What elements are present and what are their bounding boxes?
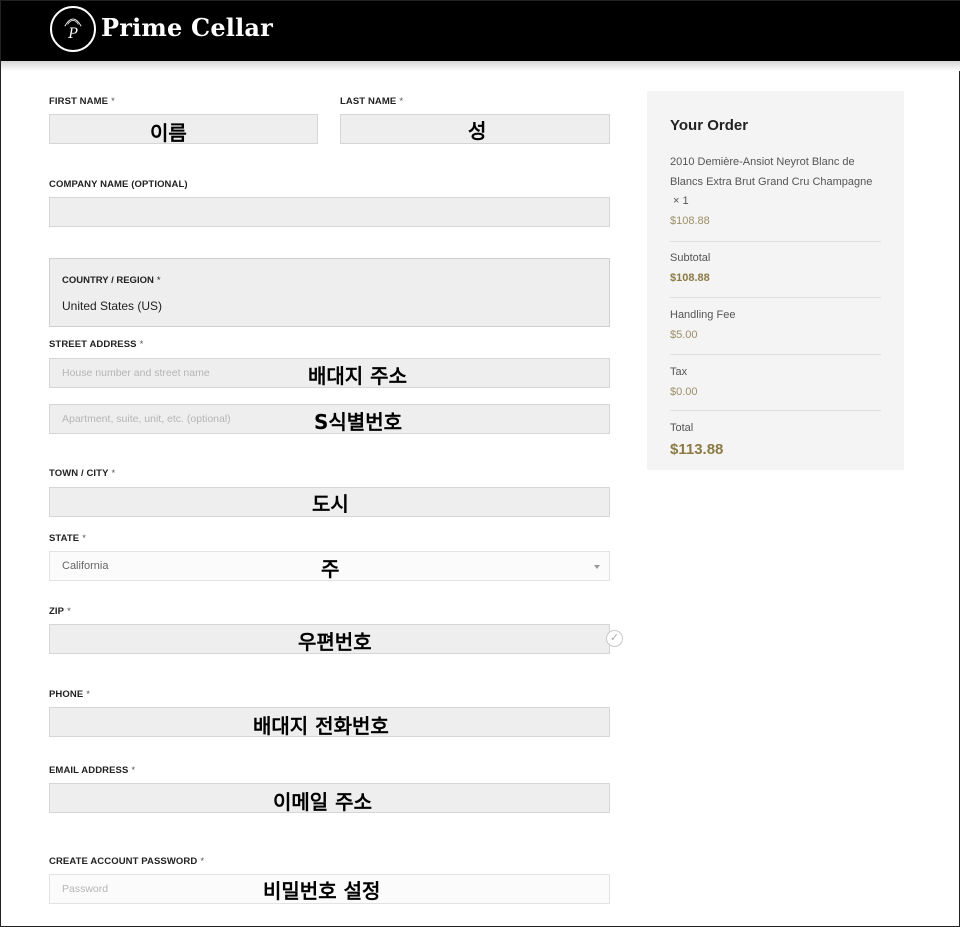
divider [670, 297, 881, 298]
city-label: TOWN / CITY * [49, 468, 116, 479]
last-name-annotation: 성 [468, 119, 487, 143]
street-placeholder: House number and street name [62, 367, 210, 379]
phone-annotation: 배대지 전화번호 [253, 714, 389, 738]
state-annotation: 주 [321, 557, 340, 581]
divider [670, 354, 881, 355]
subtotal-label: Subtotal [670, 252, 711, 264]
password-annotation: 비밀번호 설정 [263, 879, 381, 903]
tax-label: Tax [670, 366, 688, 378]
divider [670, 410, 881, 411]
order-title: Your Order [670, 117, 749, 134]
subtotal-value: $108.88 [670, 272, 710, 284]
product-item: 2010 Demière-Ansiot Neyrot Blanc de Blan… [670, 153, 884, 212]
total-label: Total [670, 422, 694, 434]
logo-icon[interactable]: P [50, 6, 96, 52]
apartment-annotation: S식별번호 [314, 410, 403, 434]
product-price: $108.88 [670, 215, 710, 227]
divider [670, 241, 881, 242]
street-address-label: STREET ADDRESS * [49, 339, 144, 350]
country-region-box[interactable]: COUNTRY / REGION * United States (US) [49, 258, 610, 327]
country-value: United States (US) [62, 299, 163, 313]
site-header: P Prime Cellar [1, 1, 960, 61]
phone-label: PHONE * [49, 689, 91, 700]
city-annotation: 도시 [312, 492, 349, 516]
handling-fee-value: $5.00 [670, 329, 698, 341]
first-name-label: FIRST NAME * [49, 96, 115, 107]
order-summary: Your Order 2010 Demière-Ansiot Neyrot Bl… [647, 91, 904, 470]
company-label: COMPANY NAME (OPTIONAL) [49, 179, 188, 190]
total-value: $113.88 [670, 441, 724, 458]
password-placeholder: Password [62, 883, 109, 895]
email-annotation: 이메일 주소 [273, 790, 372, 814]
company-input[interactable] [49, 197, 610, 227]
tax-value: $0.00 [670, 386, 698, 398]
country-label: COUNTRY / REGION * [62, 275, 161, 286]
check-icon: ✓ [606, 630, 623, 647]
product-name: 2010 Demière-Ansiot Neyrot Blanc de Blan… [670, 156, 873, 188]
brand-name[interactable]: Prime Cellar [101, 13, 273, 42]
handling-fee-label: Handling Fee [670, 309, 736, 321]
product-quantity: × 1 [673, 195, 689, 207]
state-label: STATE * [49, 533, 87, 544]
last-name-label: LAST NAME * [340, 96, 404, 107]
apartment-placeholder: Apartment, suite, unit, etc. (optional) [62, 413, 231, 425]
header-shadow [1, 61, 960, 71]
password-label: CREATE ACCOUNT PASSWORD * [49, 856, 205, 867]
zip-annotation: 우편번호 [298, 630, 372, 654]
state-value: California [62, 560, 109, 572]
logo-monogram: P [67, 26, 78, 42]
street-address-annotation: 배대지 주소 [308, 364, 407, 388]
first-name-annotation: 이름 [150, 121, 187, 145]
zip-label: ZIP * [49, 606, 71, 617]
email-label: EMAIL ADDRESS * [49, 765, 136, 776]
chevron-down-icon [594, 565, 600, 569]
